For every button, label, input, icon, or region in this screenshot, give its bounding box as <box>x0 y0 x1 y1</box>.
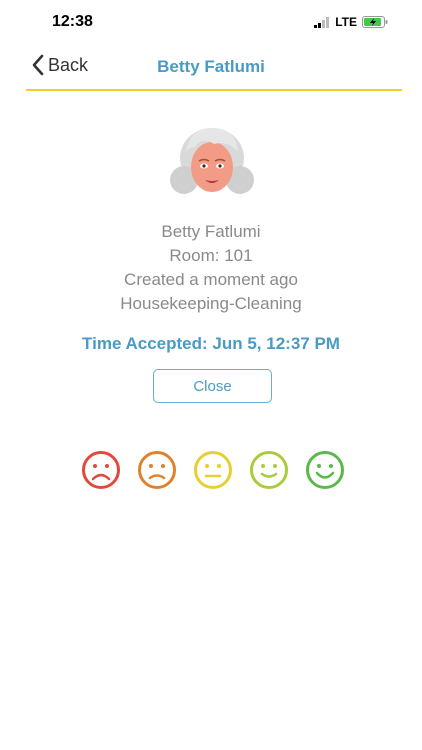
status-time: 12:38 <box>52 13 93 30</box>
network-type: LTE <box>335 15 357 29</box>
status-bar: 12:38 LTE <box>0 0 422 44</box>
navigation-bar: Back Betty Fatlumi <box>0 44 422 90</box>
header-divider <box>26 89 402 91</box>
time-accepted: Time Accepted: Jun 5, 12:37 PM <box>82 334 340 353</box>
rating-row <box>81 450 345 490</box>
resident-name: Betty Fatlumi <box>161 222 261 241</box>
created-time: Created a moment ago <box>124 270 298 289</box>
request-details: Betty Fatlumi Room: 101 Created a moment… <box>0 220 422 316</box>
room-number: Room: 101 <box>169 246 253 265</box>
status-indicators: LTE <box>314 15 388 29</box>
neutral-face-icon[interactable] <box>193 450 233 490</box>
page-title: Betty Fatlumi <box>157 57 265 76</box>
sad-face-icon[interactable] <box>137 450 177 490</box>
avatar <box>170 128 254 202</box>
smile-face-icon[interactable] <box>249 450 289 490</box>
close-button[interactable]: Close <box>153 369 272 403</box>
happy-face-icon[interactable] <box>305 450 345 490</box>
battery-charging-icon <box>362 16 388 28</box>
signal-icon <box>314 16 330 28</box>
very-sad-face-icon[interactable] <box>81 450 121 490</box>
request-category: Housekeeping-Cleaning <box>120 294 302 313</box>
